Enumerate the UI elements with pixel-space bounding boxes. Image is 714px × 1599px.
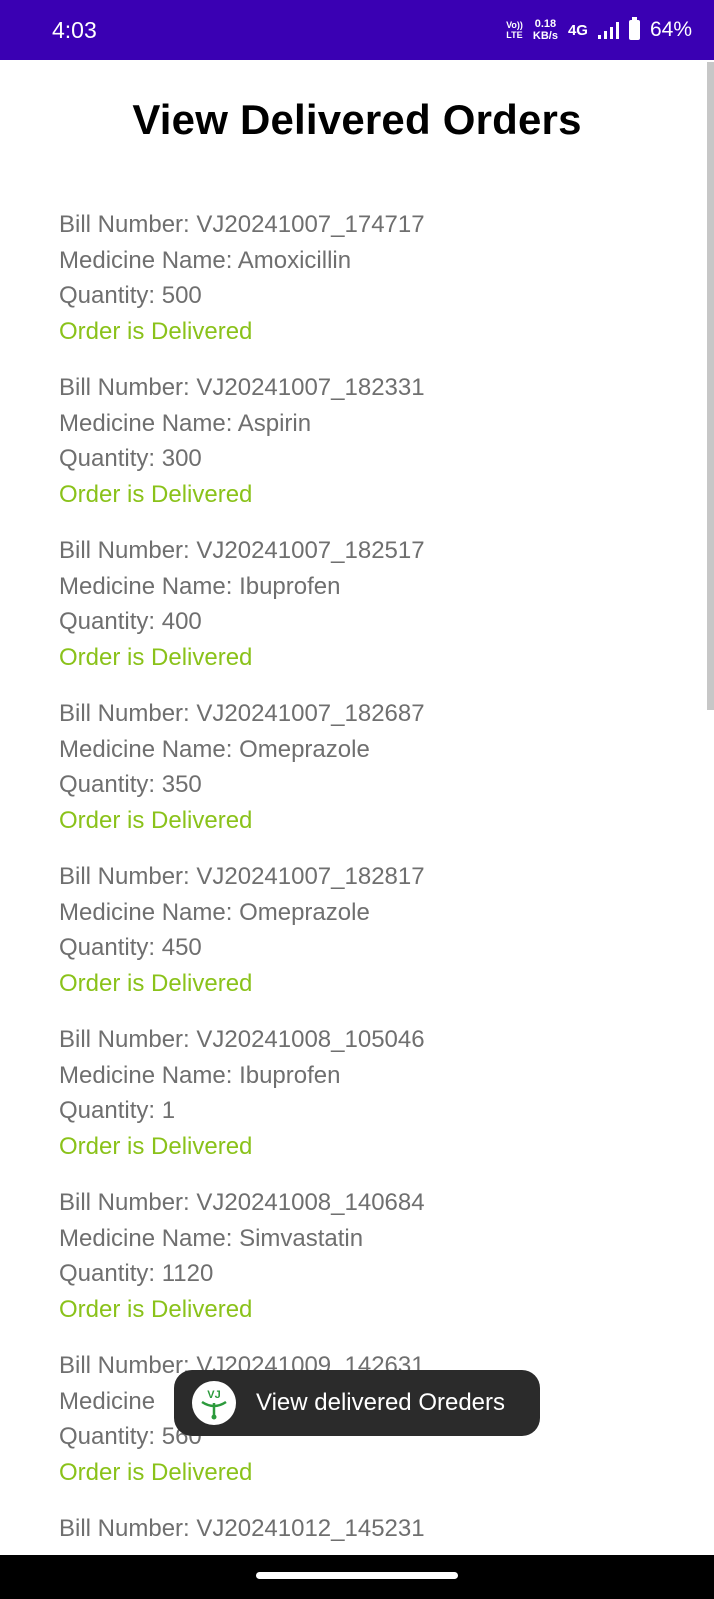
order-status: Order is Delivered: [59, 807, 253, 835]
battery-percentage: 64%: [649, 18, 692, 41]
order-item: Bill Number: VJ20241007_182687 Medicine …: [59, 696, 679, 859]
navigation-bar: [0, 1555, 714, 1599]
toast-message: VJ View delivered Oreders: [174, 1370, 540, 1436]
app-logo-text: VJ: [207, 1389, 220, 1401]
order-item: Bill Number: VJ20241008_140684 Medicine …: [59, 1185, 679, 1348]
bill-number: Bill Number: VJ20241012_145231: [59, 1515, 425, 1542]
order-status: Order is Delivered: [59, 1133, 253, 1161]
quantity: Quantity: 1: [59, 1097, 176, 1125]
status-icons: Vo)) LTE 0.18 KB/s 4G 64%: [506, 15, 692, 45]
medicine-name: Medicine Name: Simvastatin: [59, 1224, 364, 1252]
quantity: Quantity: 300: [59, 445, 202, 473]
order-item: Bill Number: VJ20241007_182331 Medicine …: [59, 370, 679, 533]
order-item: Bill Number: VJ20241007_182817 Medicine …: [59, 859, 679, 1022]
quantity: Quantity: 450: [59, 934, 202, 962]
status-time: 4:03: [52, 17, 97, 43]
bill-number: Bill Number: VJ20241007_174717: [59, 211, 425, 238]
scrollbar-thumb[interactable]: [707, 62, 714, 710]
medicine-name: Medicine Name: Omeprazole: [59, 898, 370, 926]
order-item: Bill Number: VJ20241007_182517 Medicine …: [59, 533, 679, 696]
battery-icon: [628, 17, 640, 40]
quantity: Quantity: 500: [59, 282, 202, 310]
bill-number: Bill Number: VJ20241008_105046: [59, 1026, 425, 1053]
quantity: Quantity: 350: [59, 771, 202, 799]
order-item: Bill Number: VJ20241008_105046 Medicine …: [59, 1022, 679, 1185]
bill-number: Bill Number: VJ20241007_182517: [59, 537, 425, 564]
bill-number: Bill Number: VJ20241007_182817: [59, 863, 425, 890]
network-speed-value: 0.18: [534, 18, 557, 30]
quantity: Quantity: 400: [59, 608, 202, 636]
app-screen: 4:03 Vo)) LTE 0.18 KB/s 4G 64% View Deli…: [0, 0, 714, 1599]
volte-icon: Vo)) LTE: [506, 20, 523, 40]
medicine-name: Medicine Name: Ibuprofen: [59, 1061, 341, 1089]
network-speed-unit: KB/s: [532, 30, 558, 42]
app-logo-icon: VJ: [192, 1381, 236, 1425]
network-type: 4G: [567, 21, 588, 39]
order-status: Order is Delivered: [59, 481, 253, 509]
medicine-name: Medicine Name: Aspirin: [59, 409, 312, 437]
signal-icon: [597, 21, 619, 39]
bill-number: Bill Number: VJ20241007_182687: [59, 700, 425, 727]
order-status: Order is Delivered: [59, 644, 253, 672]
order-status: Order is Delivered: [59, 1459, 253, 1487]
medicine-name: Medicine Name: Ibuprofen: [59, 572, 341, 600]
order-status: Order is Delivered: [59, 1296, 253, 1324]
network-speed: 0.18 KB/s: [533, 18, 558, 42]
order-status: Order is Delivered: [59, 970, 253, 998]
toast-text: View delivered Oreders: [256, 1389, 506, 1416]
volte-top-label: Vo)): [506, 20, 523, 30]
medicine-name: Medicine Name: Amoxicillin: [59, 246, 352, 274]
medicine-name: Medicine Name: Omeprazole: [59, 735, 370, 763]
bill-number: Bill Number: VJ20241007_182331: [59, 374, 425, 401]
page-title: View Delivered Orders: [132, 96, 582, 143]
bill-number: Bill Number: VJ20241008_140684: [59, 1189, 425, 1216]
home-gesture-handle[interactable]: [256, 1572, 458, 1579]
order-item: Bill Number: VJ20241007_174717 Medicine …: [59, 207, 679, 370]
status-bar: 4:03 Vo)) LTE 0.18 KB/s 4G 64%: [0, 0, 714, 60]
volte-bottom-label: LTE: [506, 30, 523, 40]
quantity: Quantity: 1120: [59, 1260, 214, 1288]
order-status: Order is Delivered: [59, 318, 253, 346]
